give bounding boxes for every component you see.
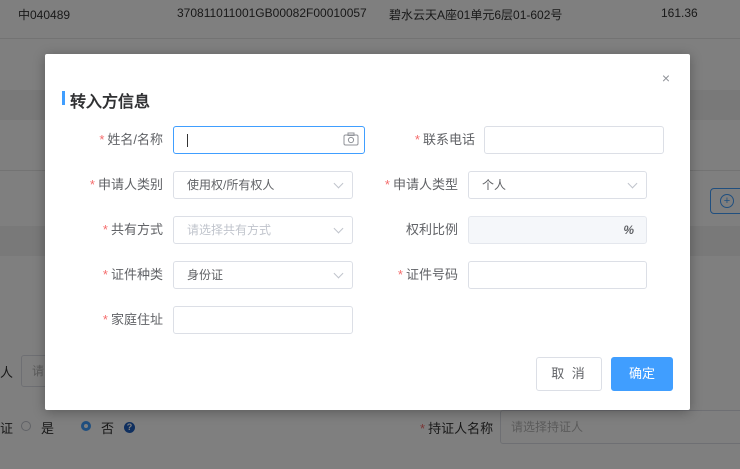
- id-type-select[interactable]: 身份证: [173, 261, 353, 289]
- transferee-info-dialog: × 转入方信息 * 姓名/名称 * 联系电话 * 申请人类别 使用权/所有权人 * 申请…: [45, 54, 690, 410]
- id-number-input[interactable]: [468, 261, 647, 289]
- applicant-category-label: * 申请人类别: [89, 177, 163, 192]
- right-ratio-label: 权利比例: [405, 222, 458, 237]
- id-number-label: * 证件号码: [397, 267, 458, 282]
- phone-label: * 联系电话: [414, 132, 475, 147]
- share-mode-select[interactable]: 请选择共有方式: [173, 216, 353, 244]
- applicant-type-select[interactable]: 个人: [468, 171, 647, 199]
- cancel-button[interactable]: 取 消: [536, 357, 602, 391]
- percent-icon: %: [623, 223, 634, 237]
- home-address-input[interactable]: [173, 306, 353, 334]
- name-label: * 姓名/名称: [99, 132, 163, 147]
- close-icon[interactable]: ×: [662, 70, 670, 86]
- phone-input[interactable]: [484, 126, 664, 154]
- home-address-label: * 家庭住址: [102, 312, 163, 327]
- name-input[interactable]: [173, 126, 365, 154]
- chevron-down-icon: [333, 178, 344, 189]
- chevron-down-icon: [627, 178, 638, 189]
- chevron-down-icon: [333, 268, 344, 279]
- title-accent-bar: [62, 91, 65, 105]
- chevron-down-icon: [333, 223, 344, 234]
- share-mode-label: * 共有方式: [102, 222, 163, 237]
- applicant-type-label: * 申请人类型: [384, 177, 458, 192]
- text-cursor: [187, 134, 188, 147]
- right-ratio-input: %: [468, 216, 647, 244]
- id-type-label: * 证件种类: [102, 267, 163, 282]
- dialog-title: 转入方信息: [70, 94, 151, 111]
- applicant-category-select[interactable]: 使用权/所有权人: [173, 171, 353, 199]
- camera-icon[interactable]: [343, 132, 359, 146]
- confirm-button[interactable]: 确定: [611, 357, 673, 391]
